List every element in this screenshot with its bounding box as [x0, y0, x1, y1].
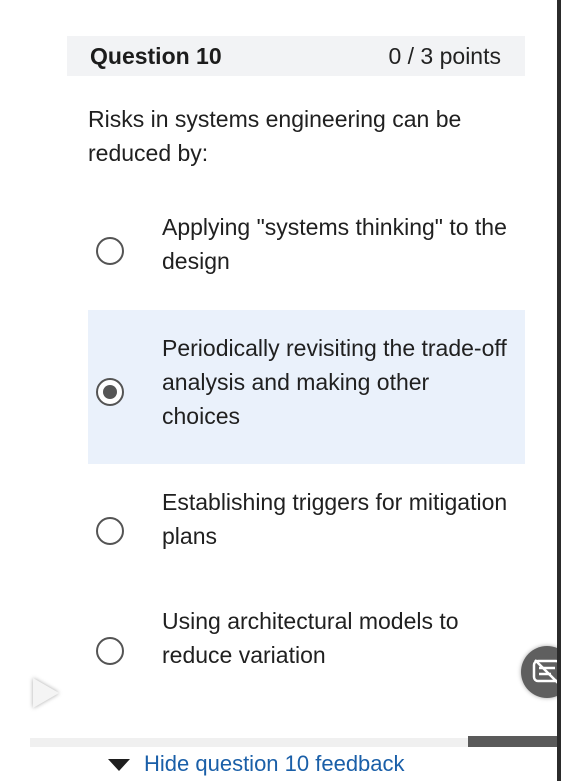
answer-option-label: Periodically revisiting the trade-off an… [162, 335, 507, 429]
play-icon[interactable] [33, 678, 59, 708]
question-prompt: Risks in systems engineering can be redu… [88, 106, 462, 166]
answer-option-3[interactable]: Establishing triggers for mitigation pla… [88, 475, 525, 585]
answer-option-2[interactable]: Periodically revisiting the trade-off an… [88, 310, 525, 464]
video-progress-thumb[interactable] [468, 736, 561, 747]
captions-button[interactable] [521, 646, 561, 698]
quiz-page: Question 10 0 / 3 points Risks in system… [0, 0, 561, 781]
answer-option-1[interactable]: Applying "systems thinking" to the desig… [88, 195, 525, 300]
answer-option-4[interactable]: Using architectural models to reduce var… [88, 596, 525, 706]
radio-button[interactable] [96, 517, 124, 545]
radio-button[interactable] [96, 637, 124, 665]
collapse-triangle-icon [108, 759, 130, 771]
answer-option-label: Applying "systems thinking" to the desig… [162, 214, 507, 274]
question-points: 0 / 3 points [388, 42, 501, 69]
radio-selected-dot [103, 385, 117, 399]
hide-feedback-label[interactable]: Hide question 10 feedback [144, 751, 405, 777]
window-edge [557, 0, 561, 781]
question-header: Question 10 0 / 3 points [67, 36, 525, 76]
question-title: Question 10 [90, 42, 222, 69]
radio-button-selected[interactable] [96, 378, 124, 406]
answer-option-label: Using architectural models to reduce var… [162, 608, 459, 668]
radio-button[interactable] [96, 237, 124, 265]
answer-option-label: Establishing triggers for mitigation pla… [162, 489, 508, 549]
hide-feedback-toggle[interactable]: Hide question 10 feedback [108, 751, 405, 777]
